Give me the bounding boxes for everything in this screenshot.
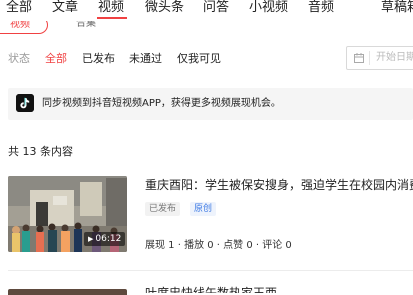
- filter-published[interactable]: 已发布: [82, 52, 115, 66]
- content-count: 共 13 条内容: [8, 145, 73, 158]
- content-type-tabs: 全部 文章 视频 微头条 问答 小视频 音频 草稿箱: [0, 0, 413, 20]
- active-tab-indicator: [97, 17, 127, 19]
- status-badge: 已发布: [145, 202, 181, 216]
- tab-videos[interactable]: 视频: [98, 0, 124, 16]
- video-duration: ▶ 06:12: [84, 232, 126, 246]
- start-date-placeholder: 开始日期: [376, 52, 413, 63]
- tab-audio[interactable]: 音频: [308, 0, 334, 16]
- tab-drafts[interactable]: 草稿箱: [381, 0, 413, 16]
- original-badge: 原创: [190, 202, 217, 216]
- status-filter-label: 状态: [8, 52, 30, 65]
- filter-private[interactable]: 仅我可见: [177, 52, 221, 66]
- tab-qa[interactable]: 问答: [203, 0, 229, 16]
- video-thumbnail[interactable]: [8, 289, 127, 295]
- date-separator: [369, 51, 370, 65]
- play-icon: ▶: [88, 235, 94, 243]
- filter-all[interactable]: 全部: [45, 52, 67, 66]
- date-range-picker[interactable]: 开始日期: [346, 46, 413, 70]
- video-stats: 展现 1 · 播放 0 · 点赞 0 · 评论 0: [145, 240, 292, 251]
- tab-short-videos[interactable]: 小视频: [249, 0, 288, 16]
- banner-text: 同步视频到抖音短视频APP，获得更多视频展现机会。: [42, 98, 281, 109]
- tab-all[interactable]: 全部: [6, 0, 32, 16]
- douyin-sync-banner: 同步视频到抖音短视频APP，获得更多视频展现机会。: [8, 88, 413, 120]
- list-divider: [8, 270, 413, 271]
- duration-text: 06:12: [95, 234, 122, 244]
- video-title[interactable]: 重庆酉阳：学生被保安搜身，强迫学生在校园内消费: [145, 177, 413, 193]
- filter-rejected[interactable]: 未通过: [129, 52, 162, 66]
- tab-articles[interactable]: 文章: [52, 0, 78, 16]
- tiktok-icon: [16, 94, 34, 112]
- video-thumbnail[interactable]: ▶ 06:12: [8, 176, 127, 252]
- calendar-icon: [354, 53, 364, 63]
- video-list-item[interactable]: ▶ 06:12 重庆酉阳：学生被保安搜身，强迫学生在校园内消费 已发布 原创 展现…: [8, 176, 413, 254]
- video-title[interactable]: 叶席忠快线午数热家玉西: [145, 285, 277, 293]
- tab-weitoutiao[interactable]: 微头条: [145, 0, 184, 16]
